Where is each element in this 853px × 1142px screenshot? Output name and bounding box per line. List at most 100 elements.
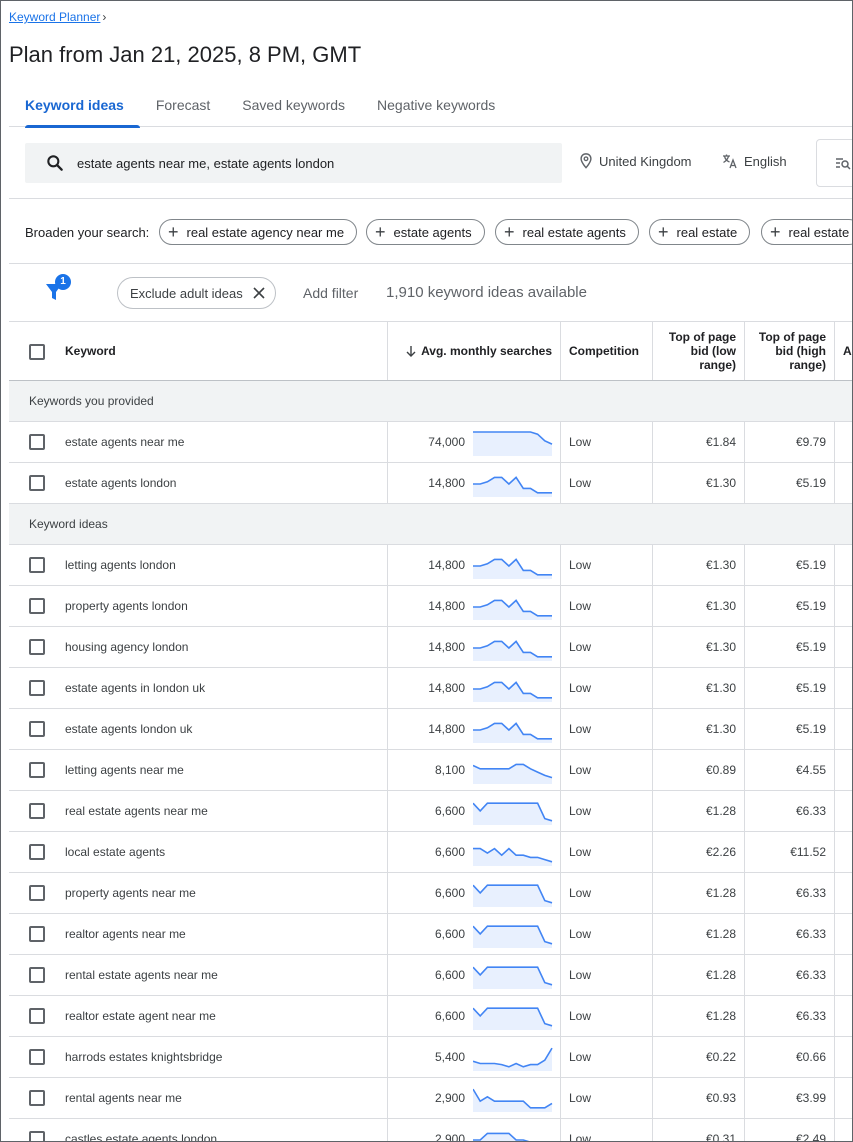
bid-high-value: €4.55	[795, 763, 826, 777]
table-row[interactable]: letting agents london 14,800 Low €1.30 €5.19	[9, 545, 852, 586]
header-keyword[interactable]: Keyword	[65, 344, 116, 358]
competition-value: Low	[569, 435, 592, 449]
breadcrumb-link[interactable]: Keyword Planner	[9, 10, 100, 24]
tab-forecast[interactable]: Forecast	[140, 83, 226, 127]
tab-saved-keywords[interactable]: Saved keywords	[226, 83, 361, 127]
row-checkbox[interactable]	[29, 1131, 45, 1141]
ad-impression-cell	[834, 586, 852, 626]
bid-high-value: €0.66	[795, 1050, 826, 1064]
table-row[interactable]: estate agents london 14,800 Low €1.30 €5.19	[9, 463, 852, 504]
bid-high-value: €6.33	[795, 1009, 826, 1023]
checkbox-cell	[9, 750, 56, 790]
table-row[interactable]: realtor estate agent near me 6,600 Low €1.2…	[9, 996, 852, 1037]
broaden-chip[interactable]: + real estate agents	[495, 219, 639, 245]
table-row[interactable]: rental agents near me 2,900 Low €0.93 €3.99	[9, 1078, 852, 1119]
table-row[interactable]: estate agents london uk 14,800 Low €1.30 €5.…	[9, 709, 852, 750]
broaden-chip[interactable]: + estate agents	[366, 219, 485, 245]
network-button[interactable]	[816, 139, 852, 187]
exclude-adult-label: Exclude adult ideas	[130, 285, 243, 301]
table-row[interactable]: rental estate agents near me 6,600 Low €1.2…	[9, 955, 852, 996]
keyword-cell: letting agents near me	[56, 750, 387, 790]
keyword-text: estate agents near me	[65, 435, 185, 449]
header-ad-impression[interactable]: Ad	[843, 344, 852, 358]
checkbox-cell	[9, 791, 56, 831]
location-label: United Kingdom	[599, 153, 692, 169]
row-checkbox[interactable]	[29, 1049, 45, 1065]
bid-low-value: €1.28	[705, 927, 736, 941]
chevron-right-icon: ›	[102, 10, 107, 24]
broaden-chip[interactable]: + real estate agency near me	[159, 219, 358, 245]
ad-impression-cell	[834, 996, 852, 1036]
avg-searches-value: 6,600	[434, 1009, 465, 1023]
breadcrumb: Keyword Planner ›	[9, 10, 106, 24]
bid-high-value: €5.19	[795, 722, 826, 736]
keyword-cell: estate agents london	[56, 463, 387, 503]
trend-sparkline	[473, 847, 553, 866]
row-checkbox[interactable]	[29, 721, 45, 737]
row-checkbox[interactable]	[29, 475, 45, 491]
table-row[interactable]: castles estate agents london 2,900 Low €0.3…	[9, 1119, 852, 1141]
table-row[interactable]: real estate agents near me 6,600 Low €1.28 €…	[9, 791, 852, 832]
table-row[interactable]: local estate agents 6,600 Low €2.26 €11.52	[9, 832, 852, 873]
chip-label: real estate agency near me	[186, 224, 345, 240]
broaden-chip[interactable]: + real estate	[761, 219, 852, 245]
row-checkbox[interactable]	[29, 762, 45, 778]
table-row[interactable]: property agents london 14,800 Low €1.30 €5.1…	[9, 586, 852, 627]
header-bid-low[interactable]: Top of page bid (low range)	[669, 330, 736, 372]
row-checkbox[interactable]	[29, 967, 45, 983]
bid-low-cell: €1.28	[652, 791, 744, 831]
header-bid-high[interactable]: Top of page bid (high range)	[759, 330, 826, 372]
broaden-chip[interactable]: + real estate	[649, 219, 751, 245]
header-bid-high-line: range)	[789, 358, 826, 372]
bid-high-cell: €5.19	[744, 668, 834, 708]
trend-sparkline	[473, 722, 552, 743]
row-checkbox[interactable]	[29, 639, 45, 655]
table-row[interactable]: estate agents near me 74,000 Low €1.84 €9.79	[9, 422, 852, 463]
competition-value: Low	[569, 804, 592, 818]
table-row[interactable]: housing agency london 14,800 Low €1.30 €5.19	[9, 627, 852, 668]
header-bid-low-line: Top of page	[668, 330, 736, 344]
row-checkbox[interactable]	[29, 926, 45, 942]
row-checkbox[interactable]	[29, 557, 45, 573]
avg-searches-value: 2,900	[434, 1091, 465, 1105]
table-row[interactable]: harrods estates knightsbridge 5,400 Low €0.…	[9, 1037, 852, 1078]
tab-negative-keywords[interactable]: Negative keywords	[361, 83, 511, 127]
table-row[interactable]: letting agents near me 8,100 Low €0.89 €4.55	[9, 750, 852, 791]
checkbox-cell	[9, 709, 56, 749]
checkbox-cell	[9, 422, 56, 462]
table-row[interactable]: property agents near me 6,600 Low €1.28 €6.3…	[9, 873, 852, 914]
close-icon[interactable]	[253, 287, 265, 299]
bid-low-cell: €0.89	[652, 750, 744, 790]
exclude-adult-chip[interactable]: Exclude adult ideas	[117, 277, 276, 309]
add-filter-button[interactable]: Add filter	[303, 285, 358, 301]
header-avg-monthly-searches[interactable]: Avg. monthly searches	[405, 344, 552, 358]
ad-impression-cell	[834, 832, 852, 872]
tab-keyword-ideas[interactable]: Keyword ideas	[9, 83, 140, 128]
row-checkbox[interactable]	[29, 680, 45, 696]
search-input[interactable]: estate agents near me, estate agents lon…	[25, 143, 562, 183]
keyword-text: realtor agents near me	[65, 927, 186, 941]
header-competition[interactable]: Competition	[569, 344, 639, 358]
checkbox-cell	[9, 832, 56, 872]
row-checkbox[interactable]	[29, 803, 45, 819]
ad-impression-cell	[834, 1037, 852, 1077]
bid-low-cell: €0.93	[652, 1078, 744, 1118]
row-checkbox[interactable]	[29, 598, 45, 614]
ad-impression-cell	[834, 668, 852, 708]
row-checkbox[interactable]	[29, 434, 45, 450]
table-row[interactable]: realtor agents near me 6,600 Low €1.28 €6.33	[9, 914, 852, 955]
row-checkbox[interactable]	[29, 885, 45, 901]
language-selector[interactable]: English	[722, 153, 787, 169]
bid-high-cell: €5.19	[744, 627, 834, 667]
row-checkbox[interactable]	[29, 1008, 45, 1024]
row-checkbox[interactable]	[29, 844, 45, 860]
row-checkbox[interactable]	[29, 1090, 45, 1106]
checkbox-cell	[9, 463, 56, 503]
keyword-text: letting agents near me	[65, 763, 184, 777]
select-all-checkbox[interactable]	[29, 344, 45, 360]
keyword-text: property agents london	[65, 599, 188, 613]
search-bar: estate agents near me, estate agents lon…	[9, 127, 852, 199]
table-row[interactable]: estate agents in london uk 14,800 Low €1.30…	[9, 668, 852, 709]
tab-bar: Keyword ideas Forecast Saved keywords Ne…	[9, 83, 852, 128]
location-selector[interactable]: United Kingdom	[579, 153, 692, 169]
